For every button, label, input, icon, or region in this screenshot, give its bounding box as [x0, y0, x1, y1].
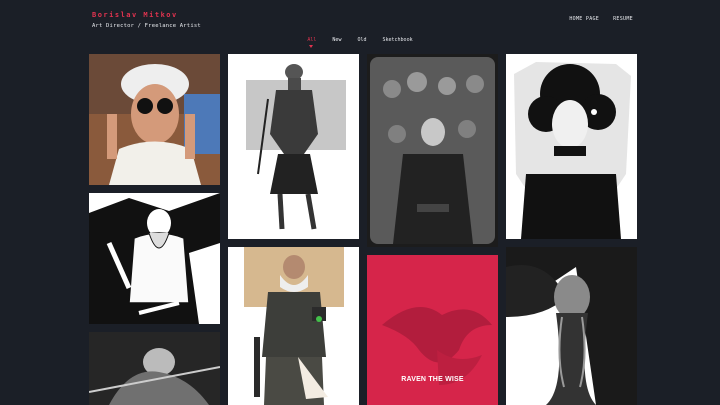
- woman-portrait-artwork: [506, 54, 637, 239]
- filter-bar: All New Old Sketchbook: [0, 37, 720, 48]
- nav-home-page[interactable]: HOME PAGE: [569, 16, 599, 22]
- nav-resume[interactable]: RESUME: [613, 16, 633, 22]
- gallery-item-tentacle-creature[interactable]: [506, 247, 637, 405]
- armored-soldier-artwork: [228, 247, 359, 405]
- gallery-item-dark-warrior[interactable]: [89, 332, 220, 405]
- filter-all[interactable]: All: [307, 37, 316, 48]
- gallery-item-scientist[interactable]: [89, 54, 220, 185]
- raven-the-wise-title: RAVEN THE WISE: [401, 376, 464, 383]
- gallery-item-armored-soldier[interactable]: [228, 247, 359, 405]
- tentacle-creature-artwork: [506, 247, 637, 405]
- top-nav: HOME PAGE RESUME: [569, 16, 633, 22]
- filter-old[interactable]: Old: [357, 37, 366, 43]
- brand-name[interactable]: Borislav Mitkov: [92, 11, 201, 19]
- site-header: Borislav Mitkov Art Director / Freelance…: [92, 11, 201, 29]
- gallery-item-captain[interactable]: [367, 54, 498, 247]
- captain-artwork: [367, 54, 498, 247]
- dark-warrior-artwork: [89, 332, 220, 405]
- scientist-artwork: [89, 54, 220, 185]
- gallery-item-woman-portrait[interactable]: [506, 54, 637, 239]
- gallery-item-raven-the-wise[interactable]: RAVEN THE WISE: [367, 255, 498, 405]
- bearded-miner-artwork: [89, 193, 220, 324]
- brand-subtitle: Art Director / Freelance Artist: [92, 23, 201, 29]
- warrior-sketch-artwork: [228, 54, 359, 239]
- gallery-item-warrior-sketch[interactable]: [228, 54, 359, 239]
- filter-sketchbook[interactable]: Sketchbook: [382, 37, 412, 43]
- filter-new[interactable]: New: [332, 37, 341, 43]
- gallery-item-bearded-miner[interactable]: [89, 193, 220, 324]
